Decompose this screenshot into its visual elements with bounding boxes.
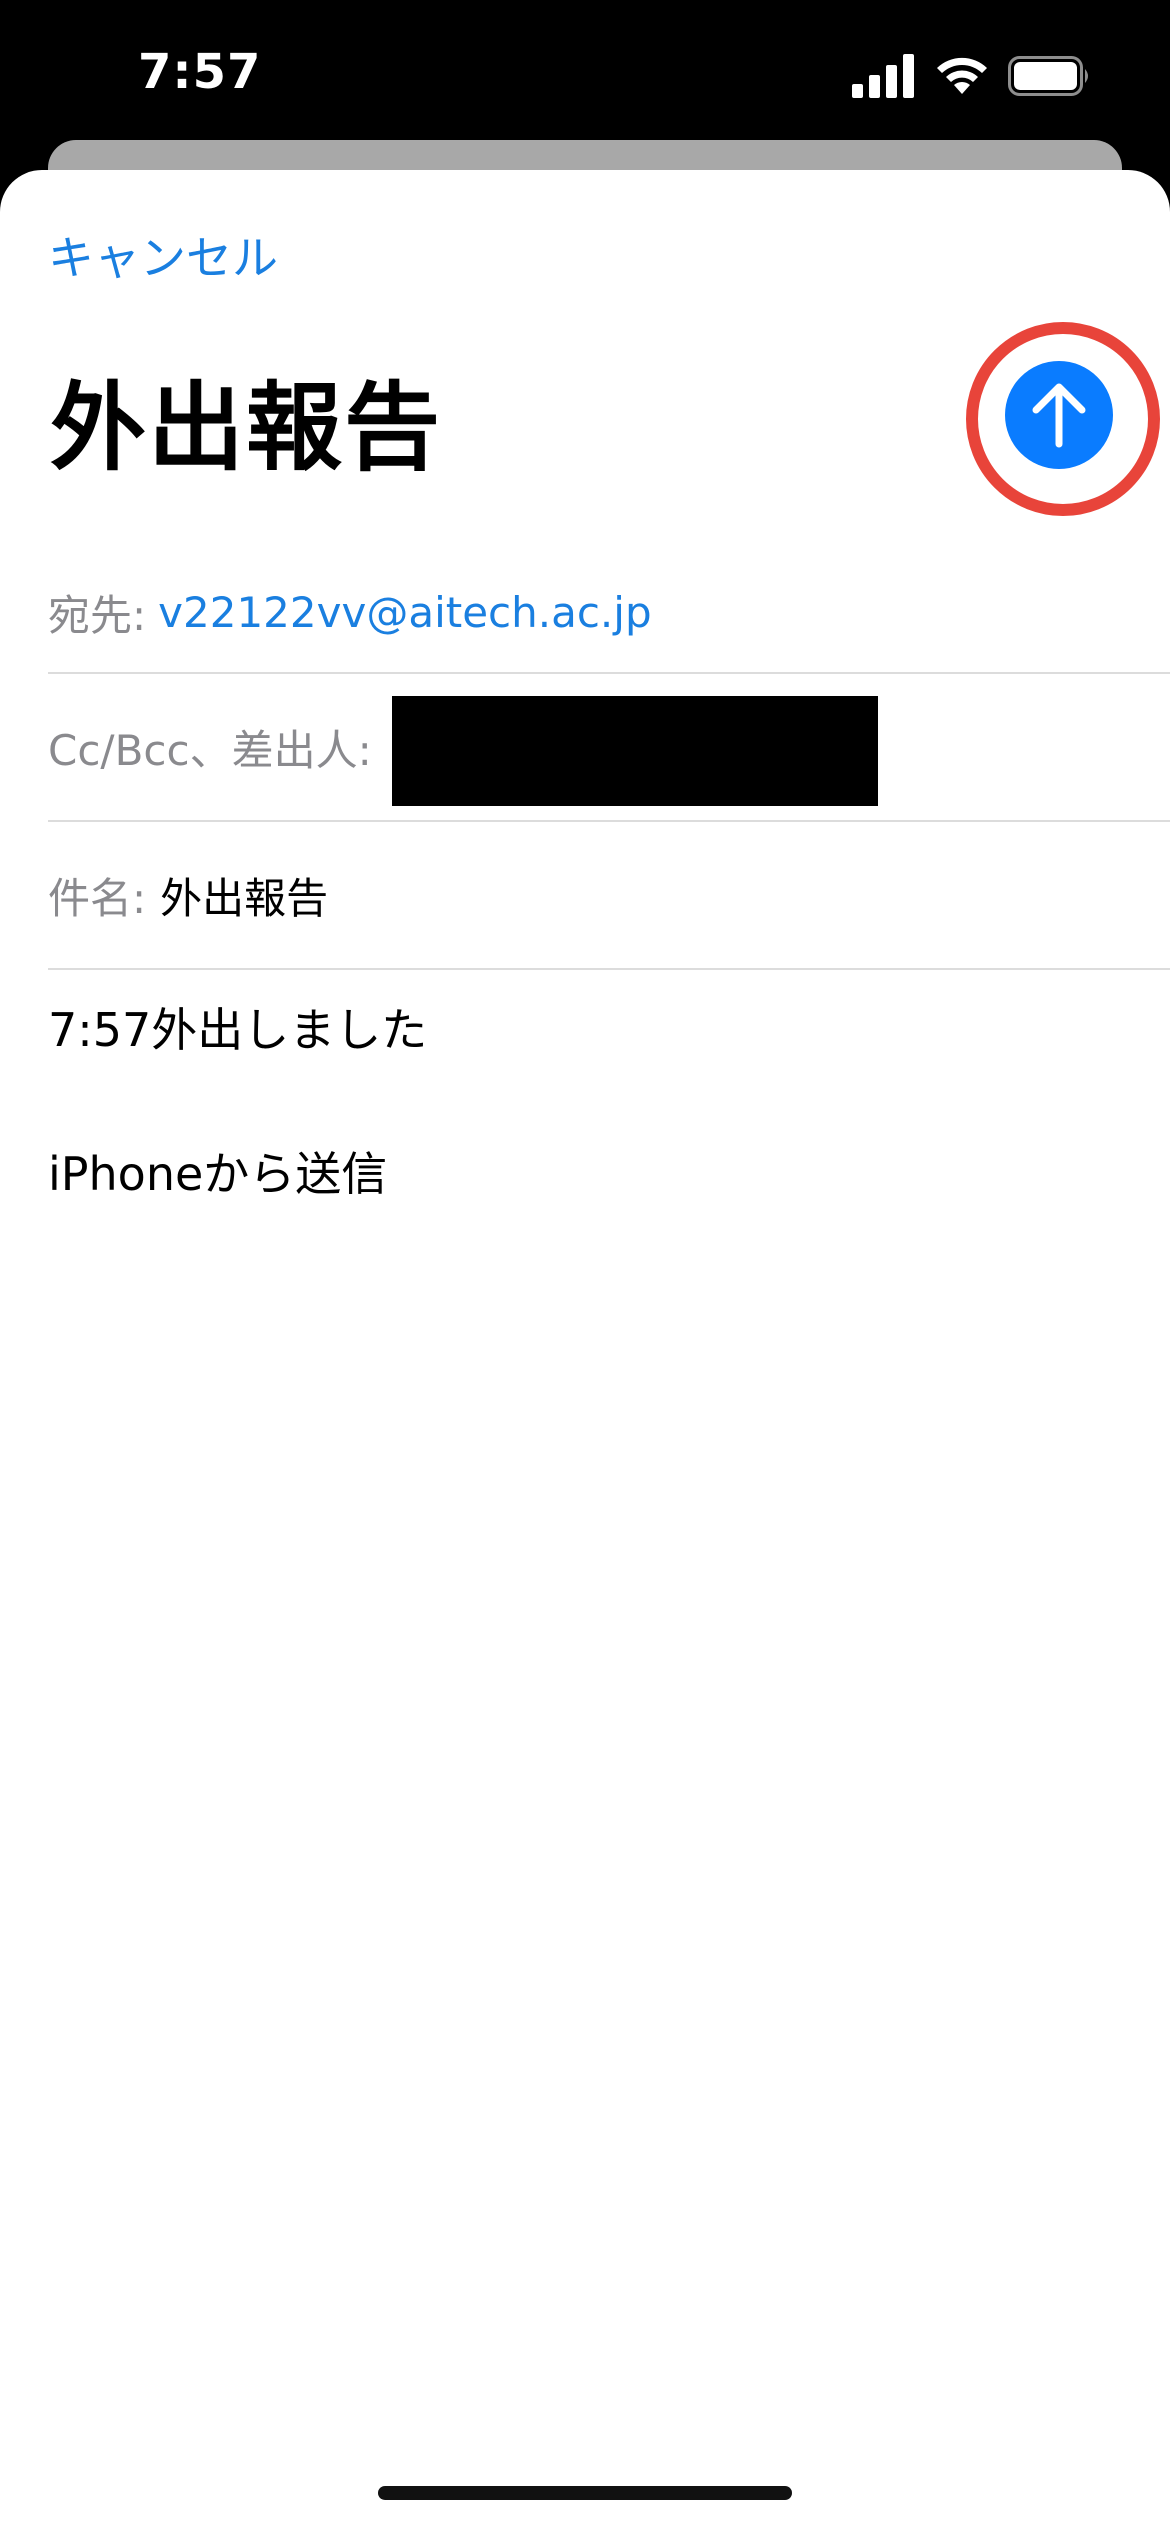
mail-compose-sheet: キャンセル 外出報告 宛先: v22122vv@aitech.ac.jp Cc/… <box>0 170 1170 2532</box>
to-field[interactable]: 宛先: v22122vv@aitech.ac.jp <box>48 552 1170 674</box>
subject-field[interactable]: 件名: 外出報告 <box>48 822 1170 970</box>
phone-screen: 7:57 キャンセル 外出報告 宛先: v22122vv@aitech.ac.j… <box>0 0 1170 2532</box>
wifi-icon <box>937 57 987 94</box>
cc-bcc-from-field[interactable]: Cc/Bcc、差出人: <box>48 674 1170 822</box>
arrow-up-icon <box>1032 383 1086 448</box>
subject-value[interactable]: 外出報告 <box>160 865 328 926</box>
cc-bcc-from-label: Cc/Bcc、差出人: <box>48 725 372 775</box>
battery-icon <box>1008 56 1088 96</box>
send-button[interactable] <box>1005 361 1113 469</box>
cancel-button[interactable]: キャンセル <box>48 222 278 288</box>
message-signature[interactable]: iPhoneから送信 <box>48 1138 387 1204</box>
home-indicator <box>378 2486 792 2500</box>
redacted-sender <box>392 696 878 806</box>
status-time: 7:57 <box>138 44 262 100</box>
to-label: 宛先: <box>48 590 147 640</box>
cellular-signal-icon <box>852 54 914 98</box>
subject-label: 件名: <box>48 873 147 923</box>
message-body-line[interactable]: 7:57外出しました <box>48 994 427 1060</box>
compose-title: 外出報告 <box>50 372 442 484</box>
to-recipient[interactable]: v22122vv@aitech.ac.jp <box>158 588 651 637</box>
